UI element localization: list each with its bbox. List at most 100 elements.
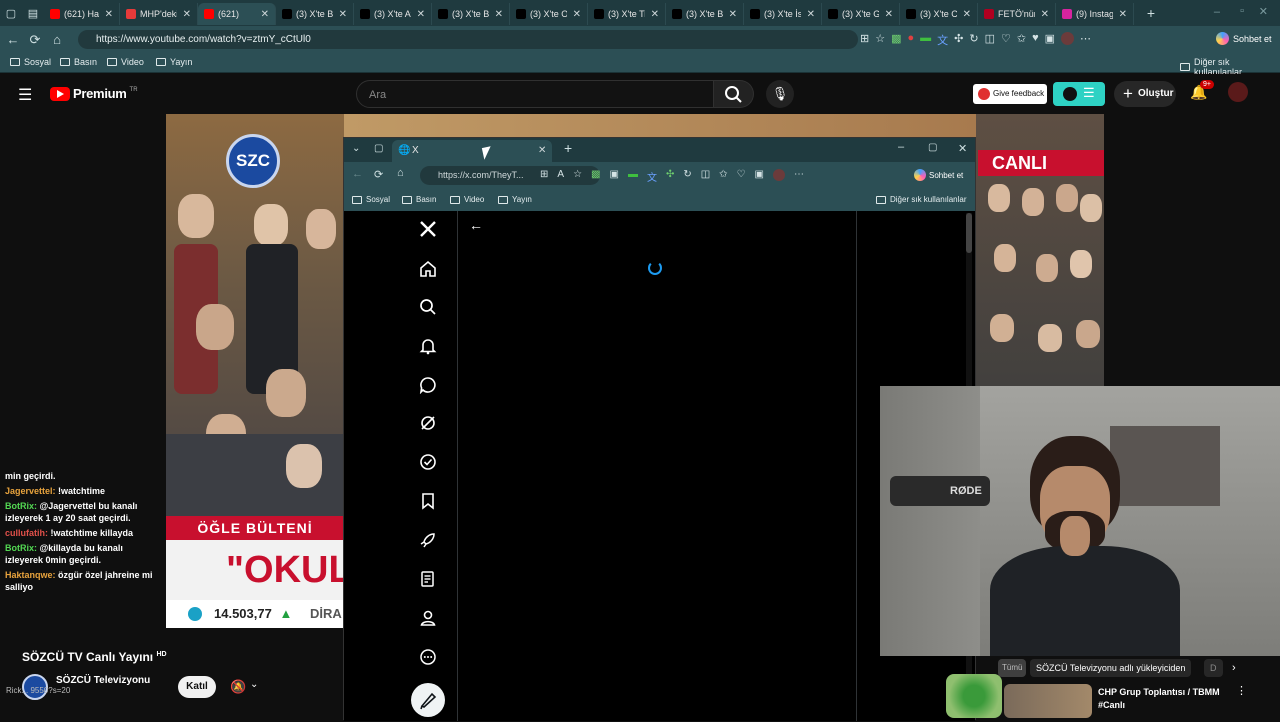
bookmarks-icon[interactable] bbox=[416, 489, 440, 513]
verified-icon[interactable] bbox=[416, 450, 440, 474]
search-button[interactable] bbox=[714, 80, 754, 108]
minimize-icon[interactable]: – bbox=[898, 141, 904, 153]
feedback-button[interactable]: Give feedback bbox=[973, 84, 1047, 104]
address-bar[interactable]: https://www.youtube.com/watch?v=ztmY_cCt… bbox=[78, 30, 858, 49]
new-tab-icon[interactable]: + bbox=[564, 140, 572, 156]
workspaces-icon[interactable]: ▢ bbox=[374, 143, 383, 154]
browser-tab[interactable]: (3) X'te Oğ ✕ bbox=[510, 3, 588, 25]
chevron-down-icon[interactable]: ⌄ bbox=[250, 679, 258, 690]
favorites-icon[interactable]: ✩ bbox=[719, 169, 727, 184]
messages-icon[interactable] bbox=[416, 373, 440, 397]
chat-username[interactable]: BotRix: bbox=[5, 543, 37, 553]
bookmark-sosyal[interactable]: Sosyal bbox=[10, 57, 51, 67]
new-tab-icon[interactable]: + bbox=[1140, 5, 1162, 21]
chip-from-uploader[interactable]: SÖZCÜ Televizyonu adlı yükleyiciden bbox=[1030, 659, 1192, 677]
extension-hd-icon[interactable]: ▬ bbox=[920, 32, 931, 48]
read-aloud-icon[interactable]: A bbox=[557, 169, 564, 184]
browser-tab[interactable]: (3) X'te İst ✕ bbox=[744, 3, 822, 25]
extension-menu-button[interactable]: ☰ bbox=[1053, 82, 1105, 106]
browser-tab[interactable]: MHP'deki g ✕ bbox=[120, 3, 198, 25]
bookmark-sosyal[interactable]: Sosyal bbox=[352, 195, 390, 204]
minimize-icon[interactable]: – bbox=[1214, 6, 1220, 18]
close-tab-icon[interactable]: ✕ bbox=[417, 9, 425, 20]
health-icon[interactable]: ♡ bbox=[737, 169, 746, 184]
bookmark-basin[interactable]: Basın bbox=[402, 195, 436, 204]
close-tab-icon[interactable]: ✕ bbox=[807, 9, 815, 20]
screenshot-icon[interactable]: ✣ bbox=[954, 32, 963, 48]
video-thumbnail[interactable] bbox=[1004, 684, 1092, 718]
chat-username[interactable]: Haktanqwe: bbox=[5, 570, 56, 580]
articles-icon[interactable] bbox=[416, 567, 440, 591]
refresh-icon[interactable]: ⟳ bbox=[374, 168, 383, 181]
bookmark-video[interactable]: Video bbox=[107, 57, 144, 67]
close-tab-icon[interactable]: ✕ bbox=[1119, 9, 1127, 20]
screenshot-icon[interactable]: ✣ bbox=[666, 169, 674, 184]
refresh-icon[interactable]: ⟳ bbox=[24, 32, 46, 48]
translate-icon[interactable]: 文 bbox=[647, 169, 657, 184]
chat-username[interactable]: BotRix: bbox=[5, 501, 37, 511]
search-icon[interactable] bbox=[416, 295, 440, 319]
extension-green-icon[interactable]: ▩ bbox=[891, 32, 901, 48]
account-avatar[interactable] bbox=[1228, 82, 1248, 102]
close-tab-icon[interactable]: ✕ bbox=[183, 9, 191, 20]
maximize-icon[interactable]: ▢ bbox=[928, 142, 937, 153]
extension-green-icon[interactable]: ▩ bbox=[591, 169, 600, 184]
home-icon[interactable] bbox=[416, 257, 440, 281]
search-input[interactable]: Ara bbox=[356, 80, 714, 108]
voice-search-button[interactable]: 🎙 bbox=[766, 80, 794, 108]
browser-tab[interactable]: (621) Habe ✕ bbox=[44, 3, 120, 25]
chip-third[interactable]: D bbox=[1204, 659, 1223, 677]
tab-list-icon[interactable]: ⌄ bbox=[352, 143, 360, 154]
back-arrow-icon[interactable]: ← bbox=[469, 217, 483, 233]
notifications-bell-icon[interactable] bbox=[416, 334, 440, 358]
more-actions-icon[interactable]: ⋮ bbox=[1236, 684, 1247, 697]
more-options-icon[interactable] bbox=[416, 645, 440, 669]
back-icon[interactable]: ← bbox=[2, 32, 24, 47]
bookmark-basin[interactable]: Basın bbox=[60, 57, 97, 67]
extension-gray-icon[interactable]: ▣ bbox=[609, 169, 618, 184]
close-window-icon[interactable]: ✕ bbox=[1259, 5, 1268, 18]
other-bookmarks[interactable]: Diğer sık kullanılanlar bbox=[876, 195, 966, 204]
chip-all[interactable]: Tümü bbox=[998, 659, 1027, 677]
join-button[interactable]: Katıl bbox=[178, 676, 216, 698]
notification-toggle-icon[interactable]: 🔕 bbox=[230, 679, 246, 695]
browser-tab[interactable]: (3) X'te Gl ✕ bbox=[822, 3, 900, 25]
channel-name[interactable]: SÖZCÜ Televizyonu bbox=[56, 675, 150, 686]
chat-username[interactable]: cullufatih: bbox=[5, 528, 48, 538]
app-available-icon[interactable]: ⊞ bbox=[540, 169, 548, 184]
copilot-button[interactable]: Sohbet et bbox=[1216, 32, 1272, 45]
browser-tab[interactable]: (621) ✕ bbox=[198, 3, 276, 25]
browser-tab[interactable]: (3) X'te BP ✕ bbox=[666, 3, 744, 25]
chevron-right-icon[interactable]: › bbox=[1232, 662, 1236, 674]
collections-icon[interactable]: ▣ bbox=[1045, 32, 1055, 48]
close-tab-icon[interactable]: ✕ bbox=[339, 9, 347, 20]
inner-tab-x[interactable]: 🌐 X ✕ bbox=[392, 140, 552, 162]
browser-tab[interactable]: (3) X'te BP ✕ bbox=[432, 3, 510, 25]
health-icon[interactable]: ♥ bbox=[1032, 32, 1039, 48]
favorite-star-icon[interactable]: ☆ bbox=[573, 169, 582, 184]
refresh-extension-icon[interactable]: ↻ bbox=[683, 169, 691, 184]
chat-username[interactable]: Jagervettel: bbox=[5, 486, 56, 496]
create-button[interactable]: + Oluştur bbox=[1114, 81, 1176, 107]
more-icon[interactable]: ⋯ bbox=[1080, 32, 1091, 48]
close-tab-icon[interactable]: ✕ bbox=[885, 9, 893, 20]
bookmark-yayin[interactable]: Yayın bbox=[156, 57, 192, 67]
collections-icon[interactable]: ▣ bbox=[755, 169, 764, 184]
more-icon[interactable]: ⋯ bbox=[794, 169, 804, 184]
close-tab-icon[interactable]: ✕ bbox=[495, 9, 503, 20]
x-logo-icon[interactable] bbox=[416, 217, 440, 241]
close-tab-icon[interactable]: ✕ bbox=[573, 9, 581, 20]
bookmark-yayin[interactable]: Yayın bbox=[498, 195, 532, 204]
notifications-button[interactable]: 🔔 9+ bbox=[1190, 80, 1214, 102]
home-icon[interactable]: ⌂ bbox=[397, 167, 404, 179]
browser-tab[interactable]: FETÖ'nün k ✕ bbox=[978, 3, 1056, 25]
compose-post-button[interactable] bbox=[411, 683, 445, 717]
extension-red-icon[interactable]: ● bbox=[908, 32, 915, 48]
video-title[interactable]: CHP Grup Toplantısı / TBMM #Canlı bbox=[1098, 686, 1224, 712]
translate-icon[interactable]: 文 bbox=[937, 32, 948, 48]
app-available-icon[interactable]: ⊞ bbox=[860, 32, 869, 48]
favorite-star-icon[interactable]: ☆ bbox=[875, 32, 885, 48]
inner-copilot-button[interactable]: Sohbet et bbox=[914, 169, 963, 181]
grok-icon[interactable] bbox=[416, 411, 440, 435]
browser-tab[interactable]: (3) X'te Bi ✕ bbox=[276, 3, 354, 25]
